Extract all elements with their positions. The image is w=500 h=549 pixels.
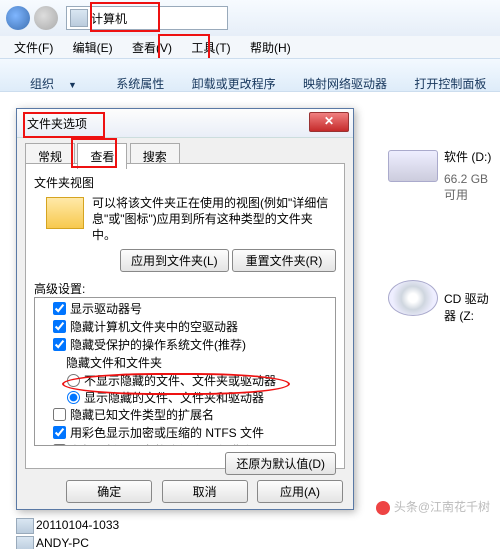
- hard-drive-icon: [388, 150, 438, 182]
- opt-ntfs-color[interactable]: 用彩色显示加密或压缩的 NTFS 文件: [53, 424, 335, 441]
- folder-options-dialog: 文件夹选项 ✕ 常规 查看 搜索 文件夹视图 可以将该文件夹正在使用的视图(例如…: [16, 108, 354, 510]
- close-button[interactable]: ✕: [309, 112, 349, 132]
- system-properties-button[interactable]: 系统属性: [104, 67, 176, 100]
- nav-forward-button[interactable]: [34, 6, 58, 30]
- annotation-view-tab-highlight: [71, 138, 117, 168]
- opt-hidden-files-group: 隐藏文件和文件夹: [53, 354, 335, 371]
- menu-file[interactable]: 文件(F): [6, 36, 61, 59]
- annotation-title-highlight: [23, 112, 105, 138]
- organize-button[interactable]: 组织▼: [6, 59, 101, 108]
- opt-full-path-titlebar[interactable]: 在标题栏显示完整路径(仅限经典主题): [53, 442, 335, 446]
- computer-icon: [16, 518, 34, 534]
- computer-icon: [70, 9, 88, 27]
- folder-views-text: 可以将该文件夹正在使用的视图(例如"详细信 息"或"图标")应用到所有这种类型的…: [92, 195, 328, 243]
- watermark-logo-icon: [376, 501, 390, 515]
- drive-free-software: 66.2 GB 可用: [444, 172, 500, 203]
- tab-panel-view: 文件夹视图 可以将该文件夹正在使用的视图(例如"详细信 息"或"图标")应用到所…: [25, 163, 345, 469]
- network-computer-1[interactable]: 20110104-1033: [36, 518, 119, 532]
- address-bar: 计算机: [0, 0, 500, 37]
- opt-hide-empty-drives[interactable]: 隐藏计算机文件夹中的空驱动器: [53, 318, 335, 335]
- open-control-panel-button[interactable]: 打开控制面板: [402, 67, 498, 100]
- reset-folders-button[interactable]: 重置文件夹(R): [232, 249, 336, 272]
- network-computer-1-label: 20110104-1033: [36, 518, 119, 532]
- restore-defaults-button[interactable]: 还原为默认值(D): [225, 452, 336, 475]
- folder-views-label: 文件夹视图: [34, 174, 336, 191]
- opt-dont-show-hidden[interactable]: 不显示隐藏的文件、文件夹或驱动器: [67, 372, 335, 389]
- watermark: 头条@江南花千树: [376, 498, 490, 515]
- apply-to-folders-button[interactable]: 应用到文件夹(L): [120, 249, 229, 272]
- cd-drive-icon: [388, 280, 438, 316]
- advanced-settings-list[interactable]: 显示驱动器号 隐藏计算机文件夹中的空驱动器 隐藏受保护的操作系统文件(推荐) 隐…: [34, 297, 336, 446]
- map-network-drive-button[interactable]: 映射网络驱动器: [291, 67, 399, 100]
- annotation-tools-highlight: [158, 34, 210, 60]
- uninstall-button[interactable]: 卸载或更改程序: [180, 67, 288, 100]
- drive-label-cd: CD 驱动器 (Z:: [444, 290, 500, 324]
- computer-icon: [16, 536, 34, 549]
- folder-views-icon: [46, 197, 84, 229]
- network-computer-2-label: ANDY-PC: [36, 536, 89, 549]
- network-computer-2[interactable]: ANDY-PC: [36, 536, 89, 549]
- advanced-settings-label: 高级设置:: [34, 280, 336, 297]
- annotation-address-highlight: [90, 2, 160, 32]
- opt-hide-protected-os-files[interactable]: 隐藏受保护的操作系统文件(推荐): [53, 336, 335, 353]
- menu-bar: 文件(F) 编辑(E) 查看(V) 工具(T) 帮助(H): [0, 36, 500, 58]
- drive-item-cd[interactable]: [388, 280, 438, 316]
- drive-item-software[interactable]: [388, 150, 438, 182]
- opt-hide-extensions[interactable]: 隐藏已知文件类型的扩展名: [53, 406, 335, 423]
- opt-show-drive-letters[interactable]: 显示驱动器号: [53, 300, 335, 317]
- chevron-down-icon: ▼: [66, 72, 89, 98]
- menu-help[interactable]: 帮助(H): [242, 36, 299, 59]
- command-bar: 组织▼ 系统属性 卸载或更改程序 映射网络驱动器 打开控制面板: [0, 58, 500, 92]
- drive-label-software: 软件 (D:): [444, 148, 491, 165]
- nav-back-button[interactable]: [6, 6, 30, 30]
- cancel-button[interactable]: 取消: [162, 480, 248, 503]
- dialog-button-row: 确定 取消 应用(A): [17, 480, 353, 503]
- opt-show-hidden[interactable]: 显示隐藏的文件、文件夹和驱动器: [67, 389, 335, 406]
- menu-edit[interactable]: 编辑(E): [65, 36, 121, 59]
- apply-button[interactable]: 应用(A): [257, 480, 343, 503]
- ok-button[interactable]: 确定: [66, 480, 152, 503]
